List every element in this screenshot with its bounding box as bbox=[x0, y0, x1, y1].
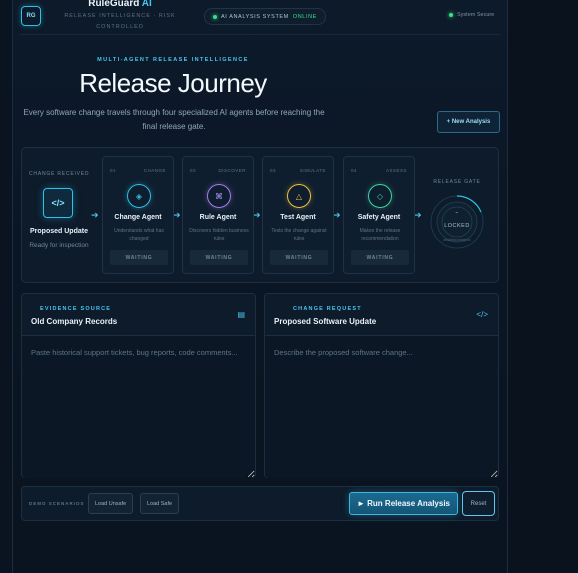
status-label: AI ANALYSIS SYSTEM bbox=[221, 13, 289, 20]
header-divider bbox=[20, 34, 500, 35]
code-icon: </> bbox=[476, 310, 488, 319]
agent-description: Understands what has changed bbox=[114, 228, 164, 242]
evidence-kicker: EVIDENCE SOURCE bbox=[40, 306, 112, 312]
agent-status: WAITING bbox=[110, 250, 168, 265]
secure-dot-icon bbox=[449, 13, 453, 17]
agent-card-safety[interactable]: 04 ASSESS ◇ Safety Agent Makes the relea… bbox=[343, 156, 415, 274]
release-gate-label: RELEASE GATE bbox=[433, 179, 481, 185]
agent-status: WAITING bbox=[190, 250, 248, 265]
gate-subtitle: awaiting analysis bbox=[443, 238, 470, 242]
change-kicker: CHANGE REQUEST bbox=[293, 306, 362, 312]
outer-background bbox=[508, 0, 578, 573]
agent-number: 01 bbox=[110, 168, 117, 173]
lock-icon: ⌁ bbox=[455, 210, 458, 216]
change-received-label: CHANGE RECEIVED bbox=[29, 171, 90, 177]
change-input[interactable] bbox=[265, 336, 498, 478]
reset-button[interactable]: Reset bbox=[462, 491, 495, 516]
brand: RuleGuard AI RELEASE INTELLIGENCE · RISK… bbox=[60, 0, 180, 33]
arrow-right-icon: ➔ bbox=[253, 210, 261, 220]
evidence-input[interactable] bbox=[22, 336, 255, 478]
gate-status: LOCKED bbox=[444, 223, 470, 229]
brand-subtitle: RELEASE INTELLIGENCE · RISK CONTROLLED bbox=[64, 13, 176, 30]
new-analysis-button[interactable]: + New Analysis bbox=[437, 111, 500, 133]
evidence-panel: EVIDENCE SOURCE Old Company Records ▤ bbox=[21, 293, 256, 478]
agent-name: Safety Agent bbox=[357, 214, 401, 221]
command-icon: ⌘ bbox=[207, 184, 231, 208]
evidence-input-area bbox=[22, 335, 255, 478]
agent-name: Test Agent bbox=[280, 214, 316, 221]
agent-description: Makes the release recommendation bbox=[359, 228, 401, 242]
agent-description: Tests the change against rules bbox=[271, 228, 327, 242]
arrow-right-icon: ➔ bbox=[333, 210, 341, 220]
secure-label: System Secure bbox=[457, 12, 495, 18]
hero-kicker: MULTI-AGENT RELEASE INTELLIGENCE bbox=[97, 57, 249, 63]
brand-ai: AI bbox=[141, 0, 152, 9]
arrow-right-icon: ➔ bbox=[91, 210, 99, 220]
load-safe-button[interactable]: Load Safe bbox=[140, 493, 180, 514]
page-title: Release Journey bbox=[79, 68, 267, 98]
agent-status: WAITING bbox=[270, 250, 328, 265]
code-icon: </> bbox=[43, 188, 73, 218]
agent-tag: DISCOVER bbox=[218, 168, 246, 173]
demo-scenarios-label: DEMO SCENARIOS bbox=[29, 501, 85, 506]
agent-name: Rule Agent bbox=[199, 214, 237, 221]
agent-card-change[interactable]: 01 CHANGE ◈ Change Agent Understands wha… bbox=[102, 156, 174, 274]
diamond-outline-icon: ◇ bbox=[368, 184, 392, 208]
agent-description: Discovers hidden business rules bbox=[189, 228, 249, 242]
agent-tag: CHANGE bbox=[143, 168, 166, 173]
agent-number: 04 bbox=[351, 168, 358, 173]
release-gate: ⌁ LOCKED awaiting analysis bbox=[430, 195, 484, 249]
agent-tag: SIMULATE bbox=[299, 168, 326, 173]
agent-tag: ASSESS bbox=[385, 168, 407, 173]
hero-description: Every software change travels through fo… bbox=[23, 108, 325, 131]
run-analysis-button[interactable]: ► Run Release Analysis bbox=[349, 492, 458, 515]
proposed-update-subtitle: Ready for inspection bbox=[29, 242, 89, 249]
arrow-right-icon: ➔ bbox=[414, 210, 422, 220]
proposed-update-title: Proposed Update bbox=[30, 228, 88, 235]
agent-card-rule[interactable]: 02 DISCOVER ⌘ Rule Agent Discovers hidde… bbox=[182, 156, 254, 274]
agent-number: 02 bbox=[190, 168, 197, 173]
arrow-right-icon: ➔ bbox=[173, 210, 181, 220]
logo-badge[interactable]: RG bbox=[21, 6, 41, 26]
change-panel: CHANGE REQUEST Proposed Software Update … bbox=[264, 293, 499, 478]
diamond-icon: ◈ bbox=[127, 184, 151, 208]
triangle-icon: △ bbox=[287, 184, 311, 208]
agent-number: 03 bbox=[270, 168, 277, 173]
agent-card-test[interactable]: 03 SIMULATE △ Test Agent Tests the chang… bbox=[262, 156, 334, 274]
brand-name-text: RuleGuard bbox=[88, 0, 140, 9]
change-title: Proposed Software Update bbox=[274, 317, 377, 326]
document-icon: ▤ bbox=[237, 310, 245, 319]
load-unsafe-button[interactable]: Load Unsafe bbox=[88, 493, 134, 514]
system-status-pill: AI ANALYSIS SYSTEM ONLINE bbox=[204, 8, 326, 25]
status-value: ONLINE bbox=[292, 13, 317, 20]
agent-status: WAITING bbox=[351, 250, 409, 265]
change-input-area bbox=[265, 335, 498, 478]
evidence-title: Old Company Records bbox=[31, 317, 118, 326]
system-secure: System Secure bbox=[449, 12, 494, 18]
status-dot-icon bbox=[213, 14, 217, 19]
agent-name: Change Agent bbox=[114, 214, 162, 221]
brand-name: RuleGuard AI bbox=[60, 0, 180, 9]
